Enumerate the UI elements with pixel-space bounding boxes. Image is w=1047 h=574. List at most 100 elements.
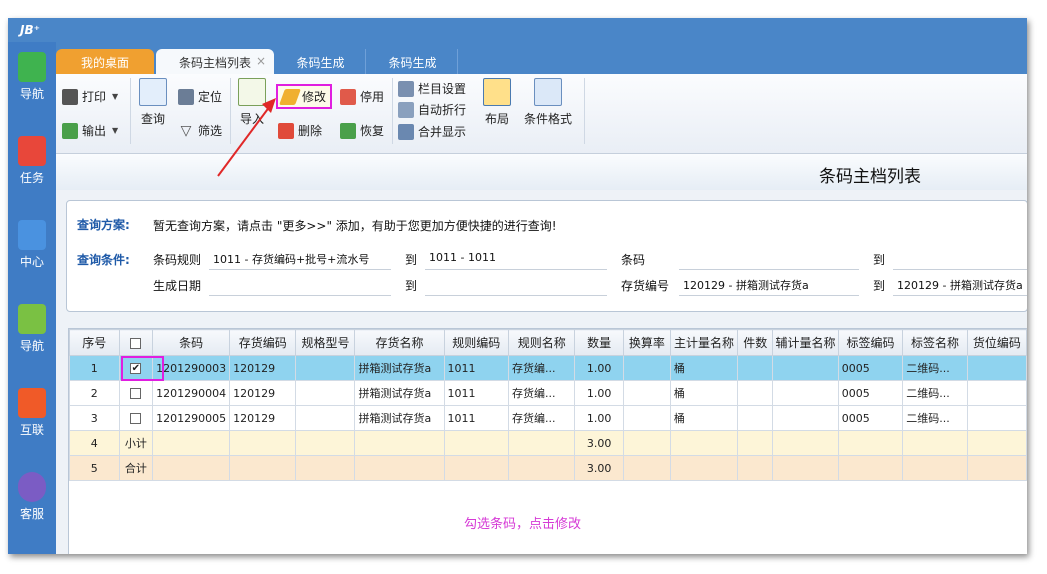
merge-display-label: 合并显示 <box>418 125 467 139</box>
table-cell <box>622 355 671 381</box>
export-button[interactable]: 输出 ▼ <box>62 122 118 139</box>
column-header[interactable]: 规则名称 <box>508 329 576 356</box>
divider <box>392 78 393 144</box>
restore-button[interactable]: 恢复 <box>340 122 384 139</box>
chevron-down-icon: ▼ <box>112 126 119 135</box>
import-button[interactable]: 导入 <box>236 78 268 127</box>
column-header[interactable]: 序号 <box>69 329 120 356</box>
table-row[interactable]: 5 合计 3.00 <box>69 455 1027 481</box>
column-header[interactable]: 规则编码 <box>443 329 510 356</box>
delete-button[interactable]: 删除 <box>278 122 322 139</box>
barcode-to-field[interactable] <box>893 269 1027 270</box>
heading-bar: 条码主档列表 <box>56 154 1027 190</box>
column-header[interactable]: 数量 <box>574 329 624 356</box>
query-button[interactable]: 查询 <box>136 78 170 127</box>
nav-item-home[interactable]: 导航 <box>8 52 56 102</box>
print-button[interactable]: 打印 ▼ <box>62 88 118 105</box>
table-cell: 1011 <box>443 380 510 406</box>
date-from-field[interactable] <box>209 295 391 296</box>
row-checkbox[interactable] <box>130 413 142 424</box>
table-row[interactable]: 4 小计 3.00 <box>69 430 1027 456</box>
table-cell: 桶 <box>669 405 739 431</box>
table-cell: 1.00 <box>574 380 624 406</box>
table-cell: 3.00 <box>574 430 624 456</box>
rule-from-field[interactable]: 1011 - 存货编码+批号+流水号 <box>213 251 369 267</box>
condition-format-button[interactable]: 条件格式 <box>522 78 574 127</box>
row-checkbox[interactable] <box>130 388 142 399</box>
table-cell: 1011 <box>443 405 510 431</box>
nav-item-connect[interactable]: 互联 <box>8 388 56 438</box>
auto-wrap-label: 自动折行 <box>418 103 467 117</box>
table-cell <box>737 380 774 406</box>
tab-barcode-gen-1[interactable]: 条码生成 <box>276 49 366 74</box>
tab-barcode-list[interactable]: 条码主档列表 × <box>156 49 274 74</box>
table-cell: 5 <box>69 455 120 481</box>
table-cell <box>622 455 671 481</box>
column-header[interactable]: 存货编码 <box>229 329 297 356</box>
nav-item-center[interactable]: 中心 <box>8 220 56 270</box>
inventory-from-field[interactable]: 120129 - 拼箱测试存货a <box>683 277 809 293</box>
nav-item-task[interactable]: 任务 <box>8 136 56 186</box>
checkbox[interactable] <box>130 337 142 349</box>
filter-button[interactable]: ▽ 筛选 <box>178 122 222 139</box>
wrap-icon <box>398 101 414 118</box>
query-condition-label: 查询条件: <box>77 253 130 267</box>
table-cell: 拼箱测试存货a <box>354 380 445 406</box>
columns-icon <box>398 80 414 97</box>
tab-desktop[interactable]: 我的桌面 <box>56 49 154 74</box>
column-header[interactable]: 主计量名称 <box>669 329 739 356</box>
disable-button[interactable]: 停用 <box>340 88 384 105</box>
select-all-checkbox[interactable] <box>118 329 154 356</box>
table-cell <box>354 455 445 481</box>
column-header[interactable]: 规格型号 <box>295 329 356 356</box>
table-cell <box>737 405 774 431</box>
barcode-from-field[interactable] <box>679 269 859 270</box>
table-cell <box>622 430 671 456</box>
column-header[interactable]: 货位编码 <box>966 329 1027 356</box>
column-header[interactable]: 辅计量名称 <box>772 329 839 356</box>
field-underline <box>425 269 607 270</box>
table-cell: 1.00 <box>574 405 624 431</box>
locate-label: 定位 <box>198 90 223 104</box>
table-cell: 拼箱测试存货a <box>354 405 445 431</box>
table-cell <box>229 455 297 481</box>
column-header[interactable]: 标签编码 <box>837 329 904 356</box>
merge-display-button[interactable]: 合并显示 <box>398 123 466 140</box>
nav-item-service[interactable]: 客服 <box>8 472 56 522</box>
table-cell <box>295 455 356 481</box>
edit-button[interactable]: 修改 <box>276 84 333 109</box>
nav-item-guide[interactable]: 导航 <box>8 304 56 354</box>
export-label: 输出 <box>82 124 107 138</box>
edit-label: 修改 <box>302 90 327 104</box>
column-header[interactable]: 存货名称 <box>354 329 445 356</box>
table-cell: 存货编... <box>508 405 576 431</box>
table-row[interactable]: 3 1201290005 120129 拼箱测试存货a 1011 存货编... 1.00 桶 0… <box>69 405 1027 431</box>
close-icon[interactable]: × <box>256 54 266 68</box>
column-settings-button[interactable]: 栏目设置 <box>398 80 466 97</box>
disable-label: 停用 <box>360 90 385 104</box>
grid-table: 序号 条码 存货编码 规格型号 存货名称 规则编码 规则名称 数量 换算率 主计量名称 件数 辅计量名… <box>69 329 1027 481</box>
tab-label: 条码主档列表 <box>178 56 251 70</box>
column-header[interactable]: 条码 <box>152 329 231 356</box>
table-row[interactable]: 1 ✔ 1201290003 120129 拼箱测试存货a 1011 存货编... 1.00 桶… <box>69 355 1027 381</box>
table-cell: 4 <box>69 430 120 456</box>
table-cell <box>737 355 774 381</box>
column-header[interactable]: 换算率 <box>622 329 671 356</box>
column-header[interactable]: 标签名称 <box>902 329 968 356</box>
auto-wrap-button[interactable]: 自动折行 <box>398 101 466 118</box>
layout-button[interactable]: 布局 <box>480 78 514 127</box>
inventory-to-field[interactable]: 120129 - 拼箱测试存货a <box>897 277 1023 293</box>
table-cell: 120129 <box>229 380 297 406</box>
delete-label: 删除 <box>298 124 323 138</box>
app-window: JB⁺ 导航 任务 中心 导航 互联 客服 我的桌面 条码主档列表 × 条码生成… <box>8 18 1027 554</box>
date-to-field[interactable] <box>425 295 607 296</box>
table-row[interactable]: 2 1201290004 120129 拼箱测试存货a 1011 存货编... 1.00 桶 0… <box>69 380 1027 406</box>
tab-barcode-gen-2[interactable]: 条码生成 <box>368 49 458 74</box>
table-cell <box>622 380 671 406</box>
locate-button[interactable]: 定位 <box>178 88 222 105</box>
nav-label: 导航 <box>19 87 44 101</box>
rule-to-field[interactable]: 1011 - 1011 <box>429 251 496 264</box>
column-header[interactable]: 件数 <box>737 329 774 356</box>
printer-icon <box>62 88 78 105</box>
to-label: 到 <box>873 253 886 267</box>
